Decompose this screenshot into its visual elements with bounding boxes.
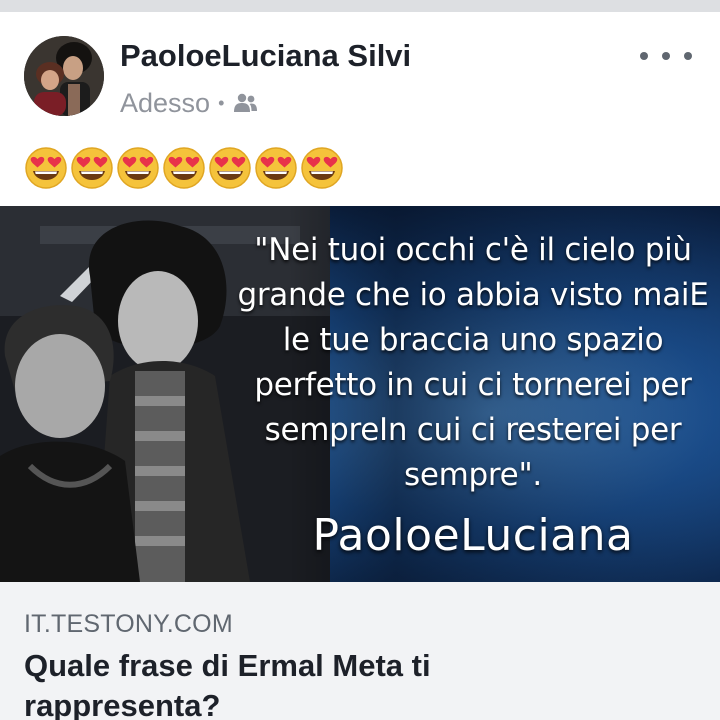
heart-eyes-emoji-icon [163, 147, 205, 189]
heart-eyes-emoji-icon [255, 147, 297, 189]
heart-eyes-emoji-icon [117, 147, 159, 189]
meta-separator: • [218, 92, 225, 113]
author-name[interactable]: PaoloeLuciana Silvi [120, 38, 411, 74]
post-header: PaoloeLuciana Silvi Adesso • [0, 12, 720, 124]
post-image[interactable]: "Nei tuoi occhi c'è il cielo più grande … [0, 206, 720, 582]
quote-text: "Nei tuoi occhi c'è il cielo più grande … [237, 232, 709, 493]
link-title[interactable]: Quale frase di Ermal Meta ti rappresenta… [24, 646, 584, 720]
more-options-icon[interactable] [640, 48, 692, 64]
image-signature: PaoloeLuciana [312, 510, 634, 561]
friends-icon[interactable] [232, 92, 258, 114]
post-text [24, 146, 344, 190]
post-card: PaoloeLuciana Silvi Adesso • "Nei tuoi o… [0, 12, 720, 720]
link-domain: IT.TESTONY.COM [24, 610, 233, 638]
dot-icon [662, 52, 670, 60]
heart-eyes-emoji-icon [25, 147, 67, 189]
author-avatar[interactable] [24, 36, 104, 116]
heart-eyes-emoji-icon [301, 147, 343, 189]
dot-icon [640, 52, 648, 60]
avatar-photo [24, 36, 104, 116]
link-preview[interactable]: IT.TESTONY.COM Quale frase di Ermal Meta… [0, 582, 720, 720]
heart-eyes-emoji-icon [209, 147, 251, 189]
post-time[interactable]: Adesso [120, 88, 210, 119]
heart-eyes-emoji-icon [71, 147, 113, 189]
post-meta: Adesso • [120, 88, 258, 118]
feed-top-strip [0, 0, 720, 12]
dot-icon [684, 52, 692, 60]
